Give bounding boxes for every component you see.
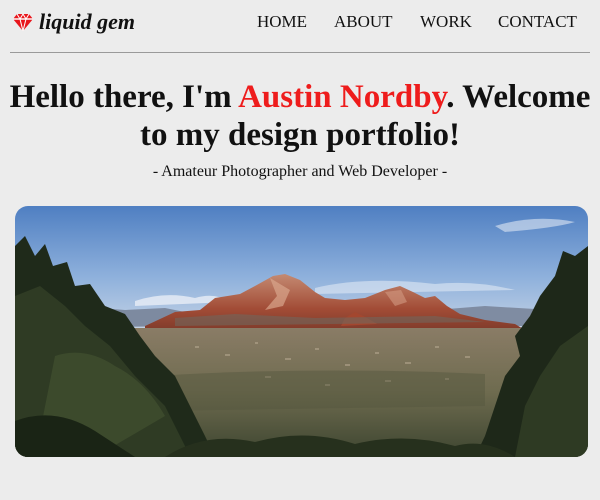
nav-home-link[interactable]: HOME	[257, 12, 307, 32]
headline-greeting: Hello there, I'm	[9, 79, 239, 115]
author-name: Austin Nordby	[238, 79, 447, 115]
hero-headline: Hello there, I'm Austin Nordby. Welcome …	[0, 78, 600, 154]
site-header: liquid gem HOME ABOUT WORK CONTACT	[0, 0, 600, 48]
hero-subtitle: - Amateur Photographer and Web Developer…	[152, 163, 448, 180]
nav-work-link[interactable]: WORK	[420, 12, 472, 32]
nav-contact-link[interactable]: CONTACT	[498, 12, 577, 32]
hero-image	[15, 206, 588, 457]
header-divider	[10, 52, 590, 53]
desert-landscape-photo	[15, 206, 588, 457]
nav-about-link[interactable]: ABOUT	[334, 12, 393, 32]
page: liquid gem HOME ABOUT WORK CONTACT Hello…	[0, 0, 600, 500]
main-nav: HOME ABOUT WORK CONTACT	[0, 12, 600, 34]
